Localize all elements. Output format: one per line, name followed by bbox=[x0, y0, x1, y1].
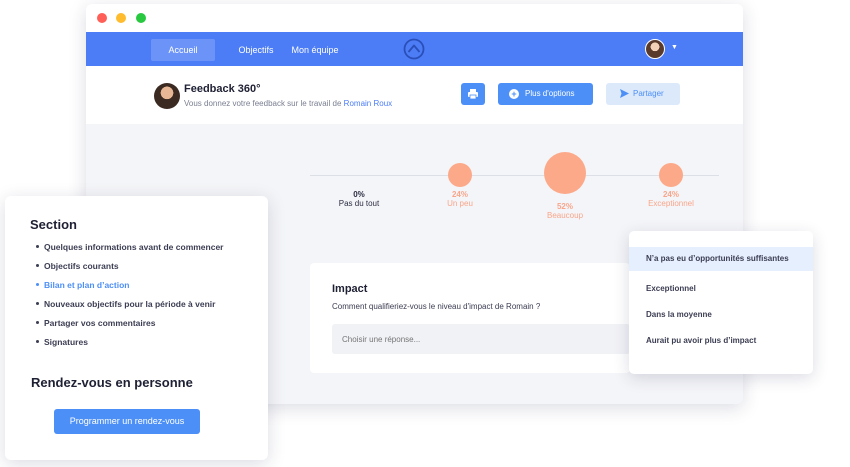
scale-bubble-1[interactable] bbox=[448, 163, 472, 187]
section-item[interactable]: Quelques informations avant de commencer bbox=[36, 242, 224, 261]
section-title: Section bbox=[30, 217, 77, 232]
bullet-icon bbox=[36, 321, 39, 325]
printer-icon bbox=[468, 89, 478, 100]
schedule-meeting-button[interactable]: Programmer un rendez-vous bbox=[54, 409, 200, 434]
nav-my-team[interactable]: Mon équipe bbox=[289, 39, 341, 61]
impact-title: Impact bbox=[332, 283, 368, 295]
scale-label: Un peu bbox=[447, 199, 473, 208]
reviewee-name-link[interactable]: Romain Roux bbox=[344, 99, 392, 108]
subtitle-text: Vous donnez votre feedback sur le travai… bbox=[184, 99, 342, 108]
dropdown-option[interactable]: Aurait pu avoir plus d’impact bbox=[629, 329, 813, 353]
bullet-icon bbox=[36, 340, 39, 344]
section-item[interactable]: Nouveaux objectifs pour la période à ven… bbox=[36, 299, 224, 318]
user-avatar[interactable] bbox=[645, 39, 665, 59]
reviewee-avatar bbox=[154, 83, 180, 109]
share-label: Partager bbox=[633, 89, 664, 98]
impact-question: Comment qualifieriez-vous le niveau d'im… bbox=[332, 302, 541, 311]
bullet-icon bbox=[36, 283, 39, 287]
dropdown-option[interactable]: Exceptionnel bbox=[629, 277, 813, 301]
impact-answer-select[interactable] bbox=[332, 324, 630, 354]
scale-label: Exceptionnel bbox=[648, 199, 694, 208]
scale-percent: 0% bbox=[353, 190, 365, 199]
section-panel: Section Quelques informations avant de c… bbox=[5, 196, 268, 460]
bullet-icon bbox=[36, 245, 39, 249]
share-button[interactable]: Partager bbox=[606, 83, 680, 105]
scale-percent: 52% bbox=[556, 202, 573, 211]
bullet-icon bbox=[36, 264, 39, 268]
nav-objectives[interactable]: Objectifs bbox=[236, 39, 276, 61]
answer-dropdown-menu: N’a pas eu d’opportunités suffisantes Ex… bbox=[629, 231, 813, 374]
send-icon bbox=[620, 89, 629, 98]
section-item[interactable]: Objectifs courants bbox=[36, 261, 224, 280]
window-chrome bbox=[86, 4, 743, 32]
scale-percent: 24% bbox=[451, 190, 468, 199]
top-navbar: Accueil Objectifs Mon équipe ▼ bbox=[86, 32, 743, 66]
scale-bubble-3[interactable] bbox=[659, 163, 683, 187]
impact-card: Impact Comment qualifieriez-vous le nive… bbox=[310, 263, 630, 373]
section-item-active[interactable]: Bilan et plan d’action bbox=[36, 280, 224, 299]
section-item[interactable]: Signatures bbox=[36, 337, 224, 356]
close-window-dot[interactable] bbox=[97, 13, 107, 23]
minimize-window-dot[interactable] bbox=[116, 13, 126, 23]
nav-home[interactable]: Accueil bbox=[151, 39, 215, 61]
app-logo-icon[interactable] bbox=[403, 38, 425, 60]
maximize-window-dot[interactable] bbox=[136, 13, 146, 23]
section-item-label: Nouveaux objectifs pour la période à ven… bbox=[44, 299, 216, 309]
section-list: Quelques informations avant de commencer… bbox=[36, 242, 224, 356]
section-item-label: Quelques informations avant de commencer bbox=[44, 242, 224, 252]
section-item-label: Bilan et plan d’action bbox=[44, 280, 130, 290]
scale-track bbox=[310, 175, 719, 176]
meeting-title: Rendez-vous en personne bbox=[31, 375, 193, 390]
chevron-down-icon[interactable]: ▼ bbox=[671, 44, 678, 51]
section-item-label: Objectifs courants bbox=[44, 261, 119, 271]
scale-option-3[interactable]: 24% Exceptionnel bbox=[631, 190, 711, 208]
page-title: Feedback 360° bbox=[184, 83, 261, 95]
scale-label: Beaucoup bbox=[546, 211, 584, 220]
feedback-header: Feedback 360° Vous donnez votre feedback… bbox=[86, 66, 743, 124]
scale-option-2[interactable]: 52% Beaucoup bbox=[525, 202, 605, 220]
scale-option-0[interactable]: 0% Pas du tout bbox=[319, 190, 399, 208]
section-item-label: Partager vos commentaires bbox=[44, 318, 156, 328]
dropdown-option[interactable]: N’a pas eu d’opportunités suffisantes bbox=[629, 247, 813, 271]
scale-percent: 24% bbox=[662, 190, 679, 199]
bullet-icon bbox=[36, 302, 39, 306]
scale-label: Pas du tout bbox=[338, 199, 380, 208]
section-item[interactable]: Partager vos commentaires bbox=[36, 318, 224, 337]
page-subtitle: Vous donnez votre feedback sur le travai… bbox=[184, 99, 392, 108]
section-item-label: Signatures bbox=[44, 337, 88, 347]
plus-icon: + bbox=[509, 89, 519, 99]
dropdown-option[interactable]: Dans la moyenne bbox=[629, 303, 813, 327]
more-options-label: Plus d'options bbox=[525, 89, 575, 98]
scale-bubble-2[interactable] bbox=[544, 152, 586, 194]
print-button[interactable] bbox=[461, 83, 485, 105]
stage: Accueil Objectifs Mon équipe ▼ Feedback … bbox=[0, 0, 850, 467]
more-options-button[interactable]: + Plus d'options bbox=[498, 83, 593, 105]
scale-option-1[interactable]: 24% Un peu bbox=[420, 190, 500, 208]
